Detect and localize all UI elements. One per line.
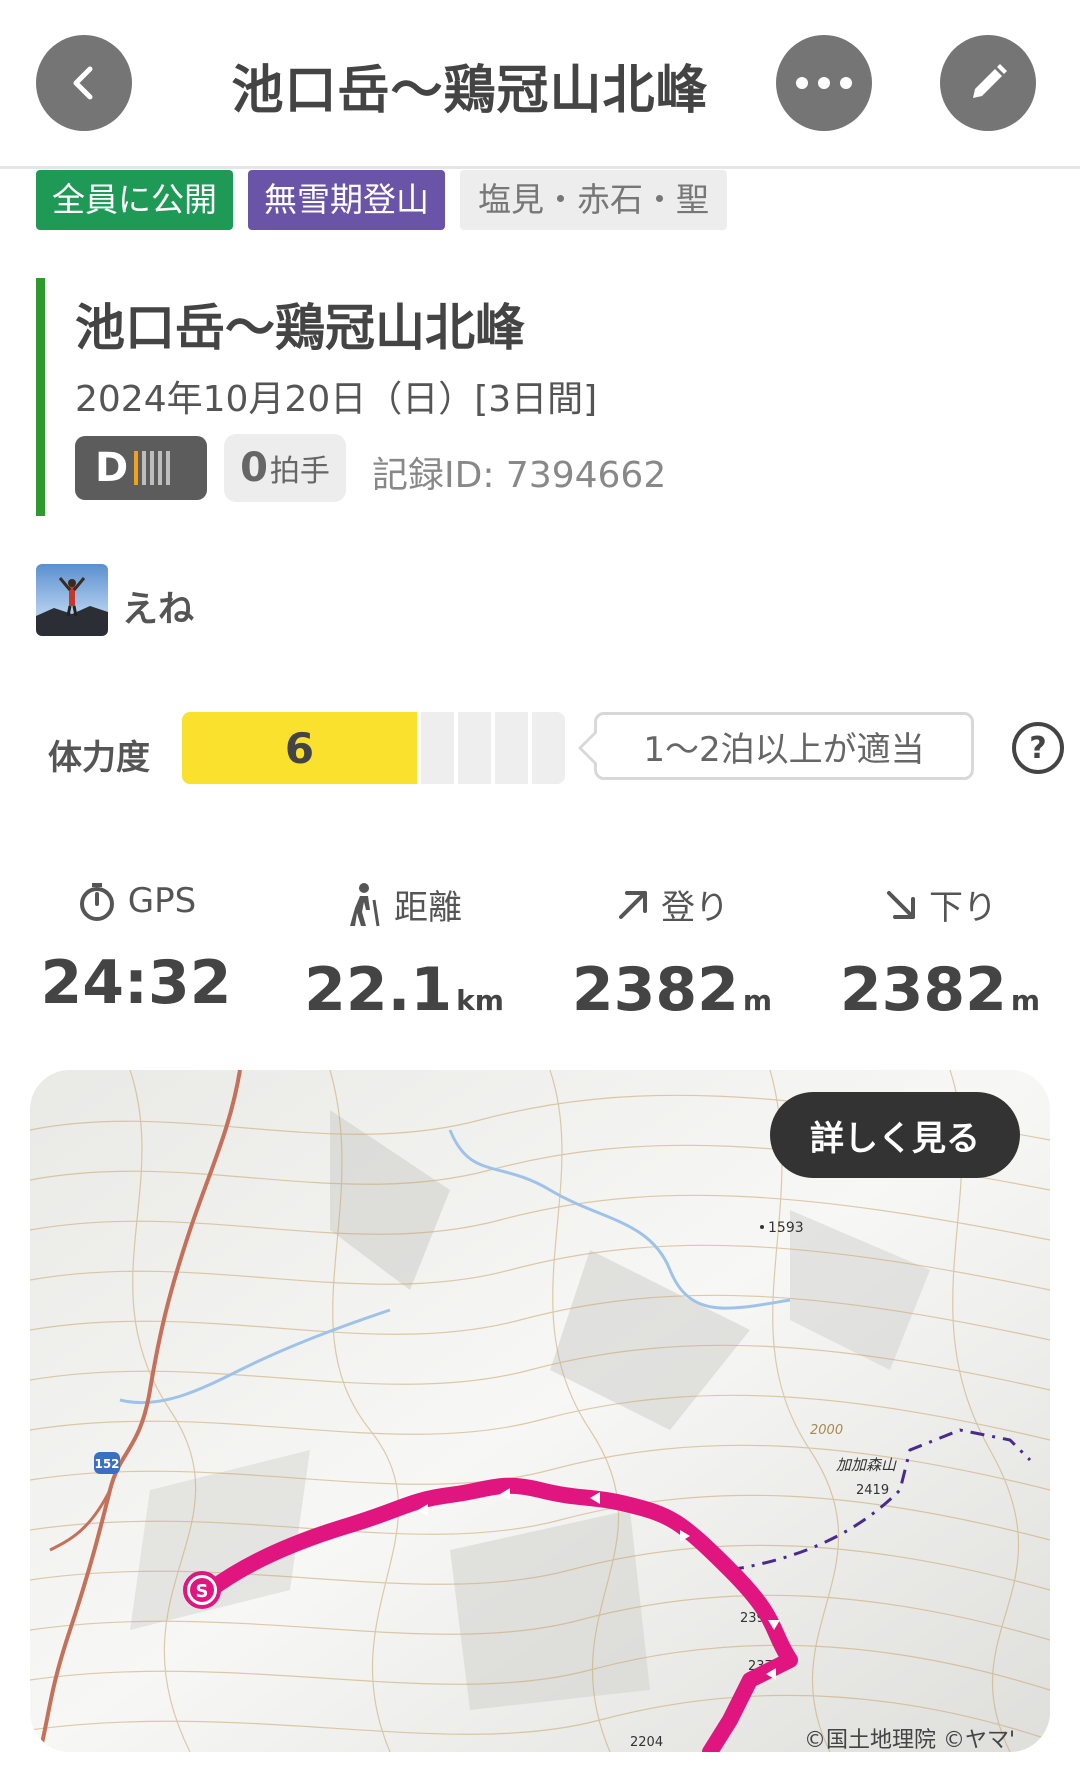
arrow-down-right-icon <box>887 890 915 919</box>
record-id: 記録ID: 7394662 <box>372 455 667 496</box>
edit-button[interactable] <box>940 35 1036 131</box>
hiker-icon <box>350 882 380 926</box>
stat-descent: 下り 2382 m <box>820 880 1060 1025</box>
view-details-button[interactable]: 詳しく見る <box>770 1092 1020 1178</box>
avatar[interactable] <box>36 564 108 636</box>
stat-label: 登り <box>661 888 729 928</box>
clap-button[interactable]: 0 拍手 <box>224 434 346 502</box>
stat-value: 2382 <box>839 955 1007 1025</box>
stat-unit: m <box>1010 984 1041 1017</box>
difficulty-badge: D <box>75 436 207 500</box>
pencil-icon <box>973 64 1007 98</box>
stat-distance: 距離 22.1 km <box>284 880 524 1025</box>
stamina-segment <box>495 712 528 784</box>
stat-label: 距離 <box>394 888 462 928</box>
bubble-pointer-fill <box>582 733 597 763</box>
clap-label: 拍手 <box>269 454 330 489</box>
start-marker-label: S <box>196 1581 209 1602</box>
elev-label: 2204 <box>630 1735 663 1750</box>
stat-value: 22.1 <box>304 955 453 1025</box>
stat-gps: GPS 24:32 <box>16 880 256 1018</box>
username[interactable]: えね <box>122 580 194 632</box>
back-button[interactable] <box>36 35 132 131</box>
more-button[interactable] <box>776 35 872 131</box>
stat-unit: m <box>742 984 773 1017</box>
difficulty-grade: D <box>95 445 129 491</box>
season-tag[interactable]: 無雪期登山 <box>248 170 445 230</box>
stat-value: 24:32 <box>40 948 232 1018</box>
help-button[interactable]: ? <box>1012 722 1064 774</box>
chevron-left-icon <box>73 66 93 100</box>
stamina-segment <box>532 712 565 784</box>
peak-name: 加加森山 <box>836 1456 897 1474</box>
stamina-gauge: 6 <box>182 712 570 784</box>
map-attribution: ©国土地理院 ©ヤマ' <box>804 1728 1016 1753</box>
stamina-segment <box>458 712 491 784</box>
stamina-label: 体力度 <box>48 738 150 778</box>
stopwatch-icon <box>79 883 114 921</box>
stat-value: 2382 <box>571 955 739 1025</box>
arrow-up-right-icon <box>619 890 647 919</box>
stat-label: GPS <box>127 881 197 921</box>
contour-label: 2000 <box>810 1423 843 1438</box>
elev-label: 1593 <box>768 1220 804 1236</box>
more-dots-icon <box>796 77 852 89</box>
title-accent-bar <box>36 278 45 516</box>
stat-label: 下り <box>929 888 997 928</box>
record-title: 池口岳〜鶏冠山北峰 <box>75 299 525 357</box>
page-title: 池口岳〜鶏冠山北峰 <box>231 61 709 121</box>
peak-elevation: 2419 <box>856 1483 889 1498</box>
stamina-value: 6 <box>182 712 417 784</box>
visibility-tag[interactable]: 全員に公開 <box>36 170 233 230</box>
stamina-note: 1〜2泊以上が適当 <box>594 712 974 780</box>
avatar-image <box>36 564 108 636</box>
area-tag[interactable]: 塩見・赤石・聖 <box>460 170 727 230</box>
clap-count: 0 <box>240 445 268 491</box>
difficulty-meter <box>134 451 171 485</box>
route-shield-label: 152 <box>94 1457 119 1471</box>
stamina-segment <box>421 712 454 784</box>
stat-unit: km <box>456 984 504 1017</box>
record-date: 2024年10月20日（日）[3日間] <box>75 379 598 420</box>
stat-ascent: 登り 2382 m <box>552 880 792 1025</box>
